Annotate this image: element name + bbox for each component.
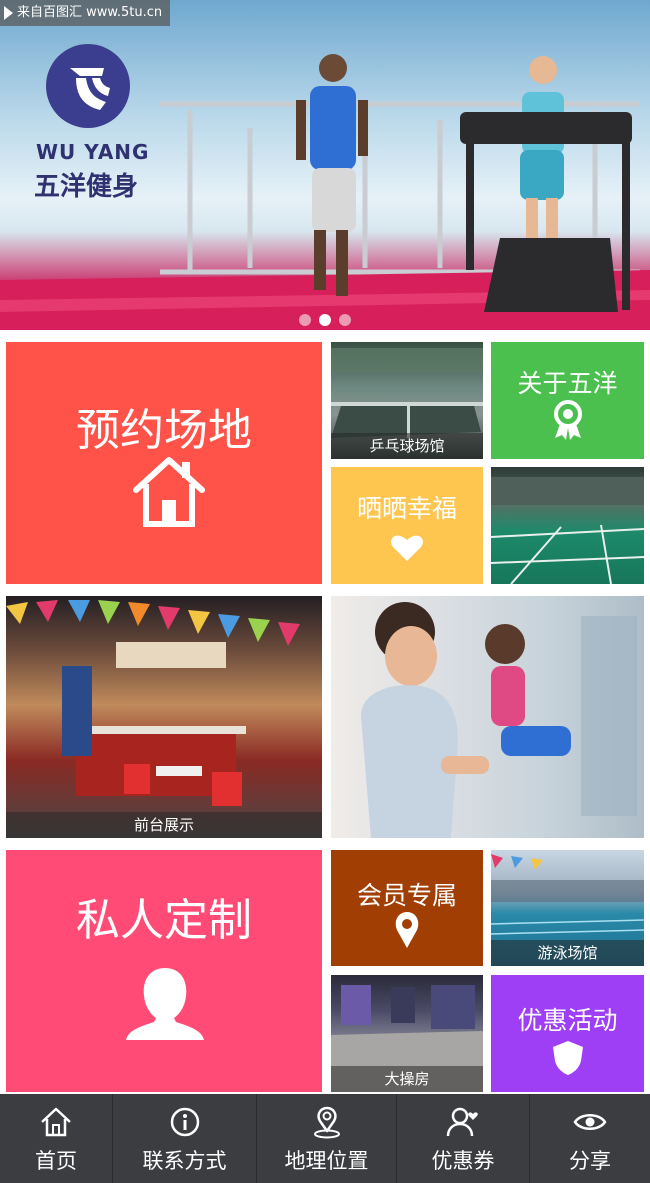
nav-item-home[interactable]: 首页 <box>0 1094 113 1183</box>
nav-item-coupon[interactable]: 优惠券 <box>397 1094 530 1183</box>
nav-label-contact: 联系方式 <box>142 1148 227 1173</box>
play-icon <box>4 6 13 20</box>
location-pin-icon <box>395 912 419 948</box>
nav-item-share[interactable]: 分享 <box>530 1094 650 1183</box>
info-icon <box>170 1107 199 1136</box>
brand-logo-mark-icon <box>70 68 110 110</box>
promotion-tile[interactable]: 优惠活动 <box>491 975 644 1092</box>
carousel-dot-2[interactable] <box>319 314 331 326</box>
nav-label-location: 地理位置 <box>284 1148 369 1173</box>
eye-icon <box>573 1113 607 1130</box>
heart-icon <box>391 535 423 561</box>
nav-label-home: 首页 <box>35 1148 77 1173</box>
map-pin-icon <box>313 1106 340 1138</box>
nav-label-coupon: 优惠券 <box>431 1148 495 1173</box>
front-desk-tile[interactable]: 前台展示 <box>6 596 322 838</box>
watermark-text: 来自百图汇 www.5tu.cn <box>17 5 163 20</box>
share-happiness-label: 晒晒幸福 <box>356 494 457 523</box>
swimming-venue-tile[interactable]: 游泳场馆 <box>491 850 644 966</box>
carousel-dot-1[interactable] <box>299 314 311 326</box>
hero-banner-carousel[interactable]: 来自百图汇 www.5tu.cn WU YANG 五洋健身 <box>0 0 650 330</box>
member-exclusive-tile[interactable]: 会员专属 <box>331 850 483 966</box>
about-label: 关于五洋 <box>517 369 618 398</box>
watermark: 来自百图汇 www.5tu.cn <box>0 0 171 26</box>
front-desk-caption: 前台展示 <box>6 812 322 838</box>
award-ribbon-icon <box>554 400 582 440</box>
carousel-dot-3[interactable] <box>339 314 351 326</box>
fitness-training-tile[interactable] <box>331 596 644 838</box>
group-exercise-hall-tile[interactable]: 大操房 <box>331 975 483 1092</box>
personal-customization-tile[interactable]: 私人定制 <box>6 850 322 1092</box>
badminton-court-photo <box>491 477 644 584</box>
user-heart-icon <box>446 1107 478 1136</box>
front-desk-photo <box>6 600 300 806</box>
table-tennis-caption: 乒乓球场馆 <box>331 433 483 459</box>
brand-logo <box>46 44 130 128</box>
promotion-label: 优惠活动 <box>517 1006 618 1035</box>
bottom-navigation-bar: 首页 联系方式 地理位置 优惠券 分享 <box>0 1094 650 1183</box>
personal-customization-label: 私人定制 <box>76 895 252 946</box>
book-venue-tile[interactable]: 预约场地 <box>6 342 322 584</box>
nav-item-location[interactable]: 地理位置 <box>257 1094 397 1183</box>
swimming-venue-caption: 游泳场馆 <box>491 940 644 966</box>
share-happiness-tile[interactable]: 晒晒幸福 <box>331 467 483 584</box>
nav-label-share: 分享 <box>569 1148 611 1173</box>
fitness-training-photo <box>361 602 637 838</box>
table-tennis-venue-tile[interactable]: 乒乓球场馆 <box>331 342 483 459</box>
person-icon <box>126 968 204 1040</box>
brand-name-chinese: 五洋健身 <box>34 172 139 202</box>
nav-item-contact[interactable]: 联系方式 <box>113 1094 257 1183</box>
home-icon <box>133 457 205 527</box>
book-venue-label: 预约场地 <box>76 405 252 456</box>
about-tile[interactable]: 关于五洋 <box>491 342 644 459</box>
home-icon <box>41 1107 71 1136</box>
shield-icon <box>553 1041 583 1075</box>
brand-name-english: WU YANG <box>36 140 150 164</box>
member-exclusive-label: 会员专属 <box>356 881 457 910</box>
group-exercise-hall-caption: 大操房 <box>331 1066 483 1092</box>
carousel-indicator <box>0 314 650 326</box>
badminton-court-tile[interactable] <box>491 467 644 584</box>
